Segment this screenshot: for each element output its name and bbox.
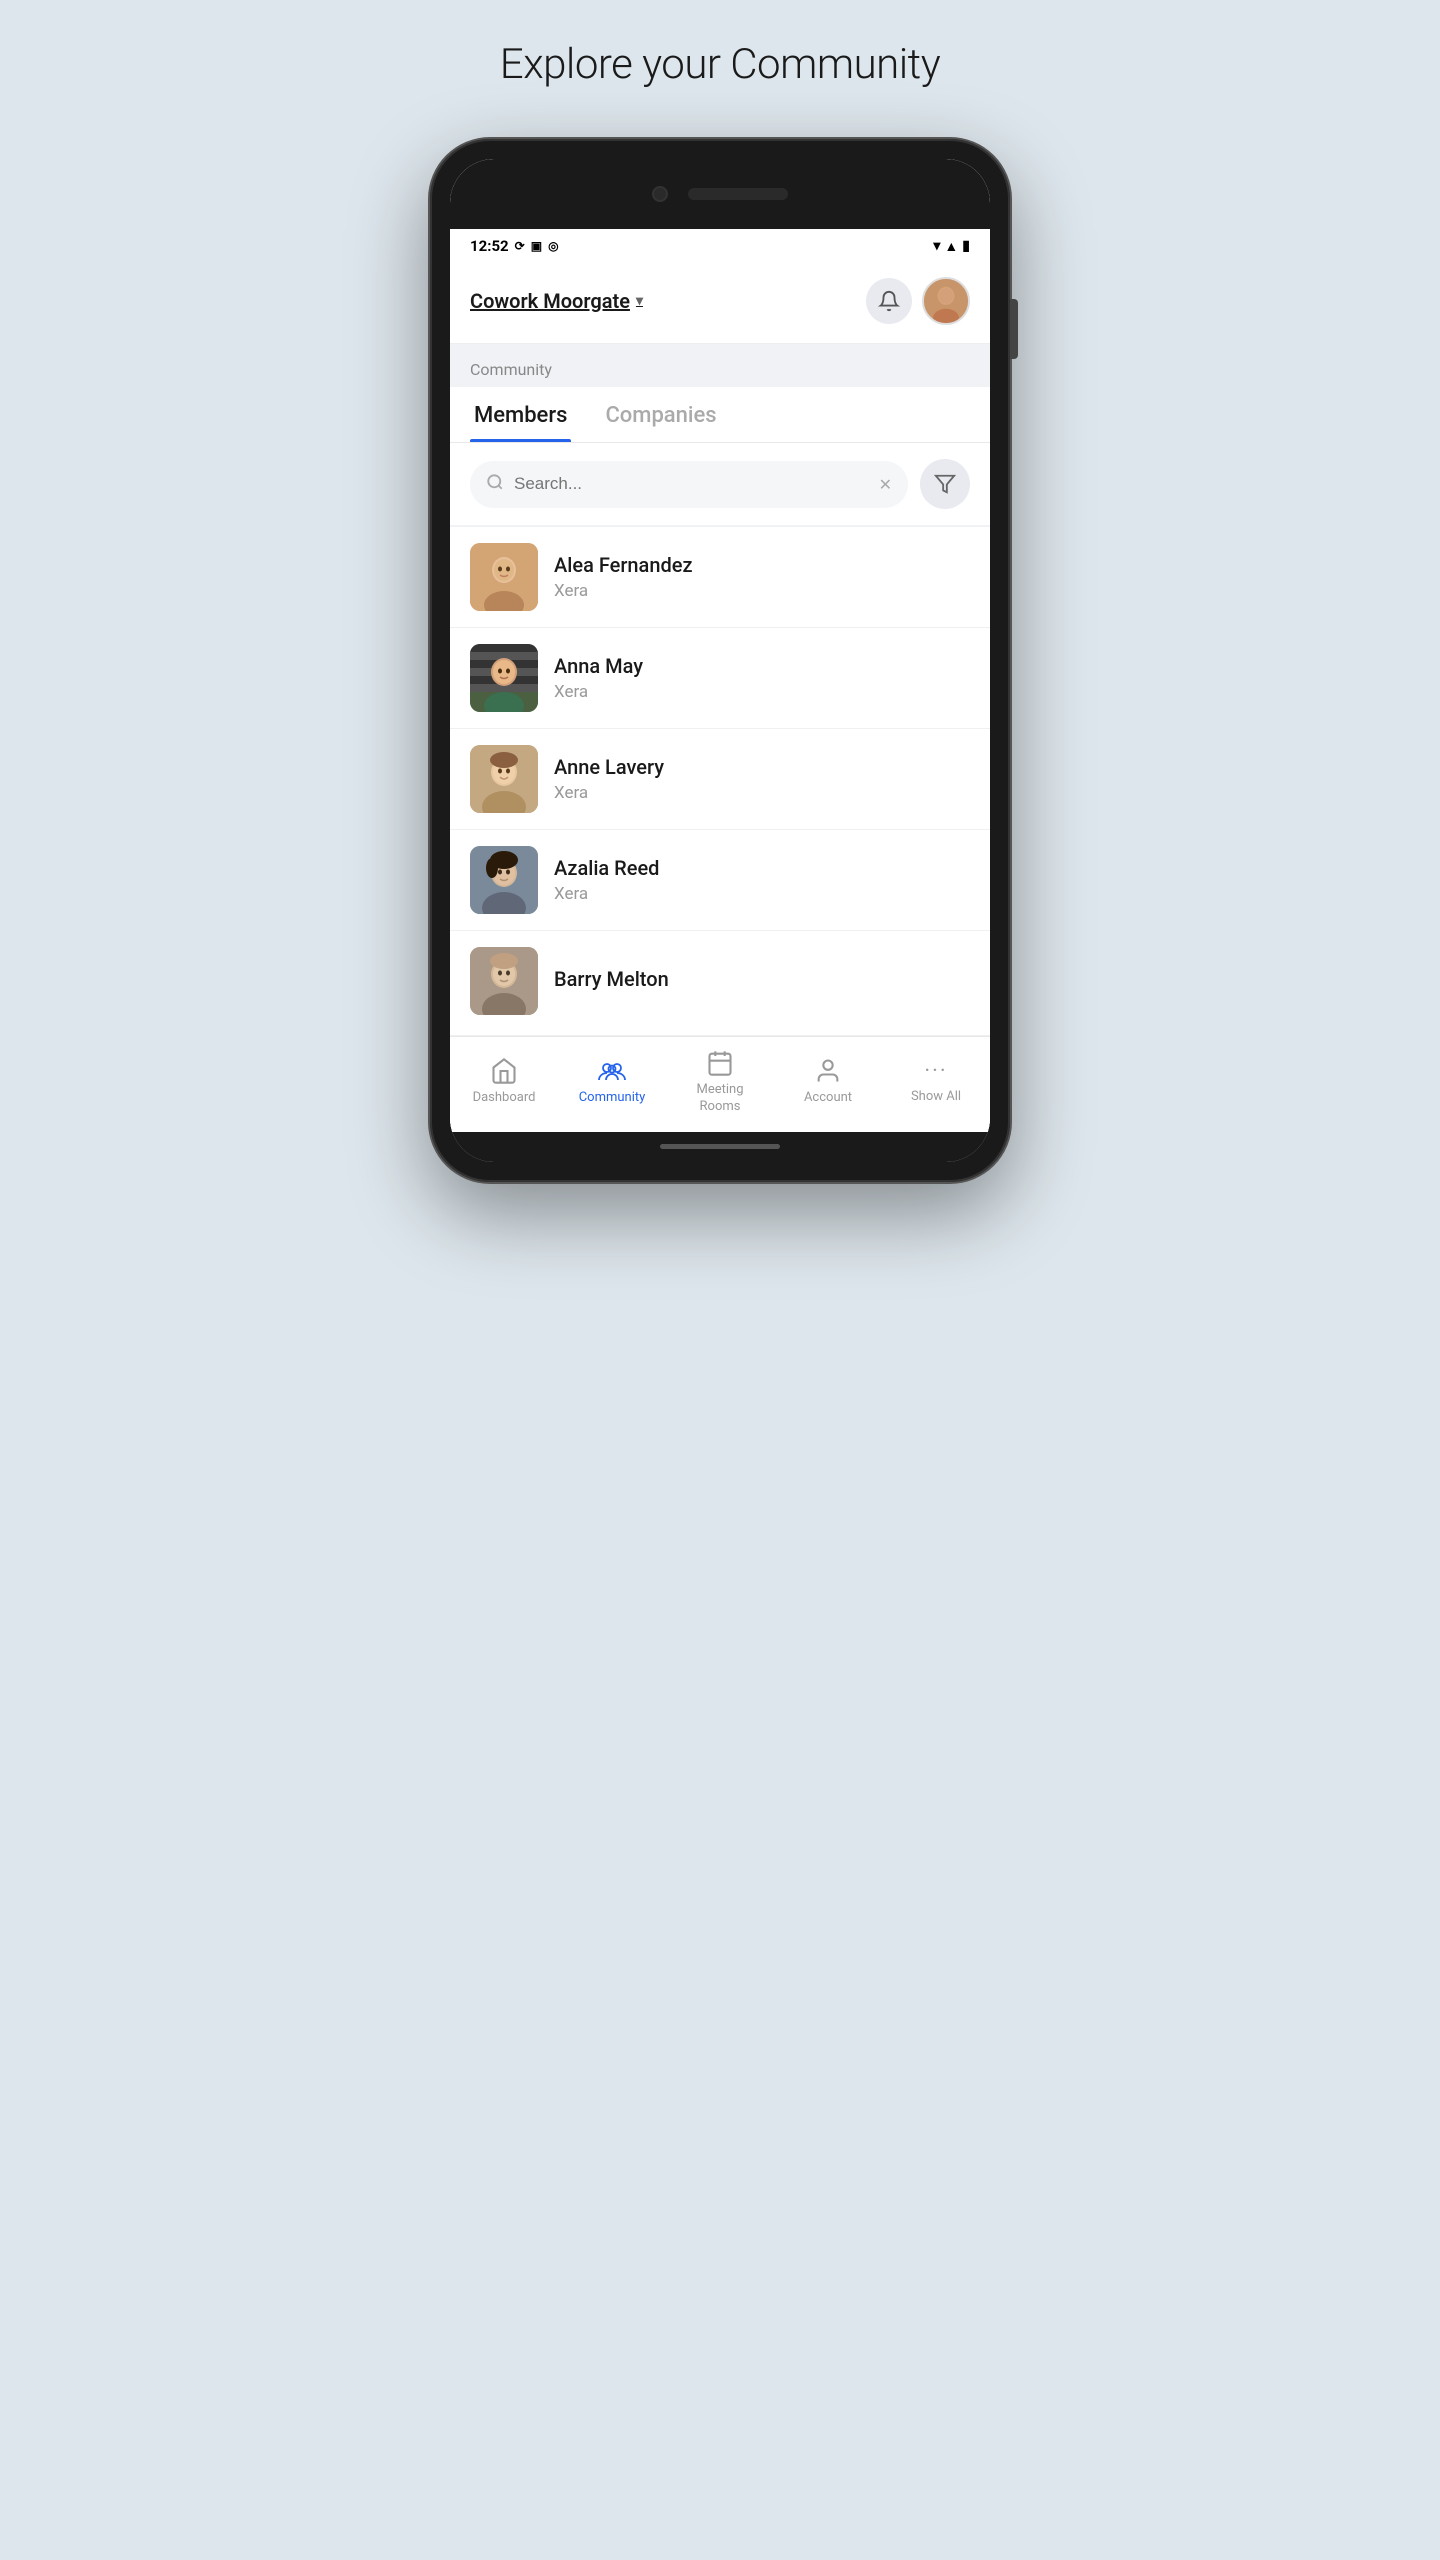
top-bar: Cowork Moorgate ▾: [450, 263, 990, 344]
filter-button[interactable]: [920, 459, 970, 509]
status-right: ▾ ▲ ▮: [933, 238, 970, 255]
nav-item-dashboard[interactable]: Dashboard: [464, 1057, 544, 1107]
status-icon-1: ⟳: [515, 239, 525, 253]
top-bar-actions: [866, 277, 970, 325]
bell-icon: [878, 290, 900, 312]
speaker: [688, 188, 788, 200]
member-company: Xera: [554, 783, 970, 803]
member-info: Azalia Reed Xera: [554, 856, 970, 904]
nav-item-community[interactable]: Community: [572, 1057, 652, 1107]
workspace-label: Cowork Moorgate: [470, 289, 630, 313]
nav-label-show-all: Show All: [911, 1089, 961, 1106]
community-icon: [597, 1057, 627, 1085]
chevron-down-icon: ▾: [636, 293, 643, 309]
avatar-image-azalia: [470, 846, 538, 914]
screen-content: 12:52 ⟳ ▣ ◎ ▾ ▲ ▮ Cowork Moorgate ▾: [450, 229, 990, 1132]
avatar-image-alea: [470, 543, 538, 611]
avatar-image-anna: [470, 644, 538, 712]
calendar-icon: [706, 1049, 734, 1077]
tab-members[interactable]: Members: [470, 387, 571, 442]
status-icon-2: ▣: [531, 239, 542, 253]
list-item[interactable]: Alea Fernandez Xera: [450, 527, 990, 628]
clear-search-icon[interactable]: ✕: [879, 475, 892, 494]
nav-label-account: Account: [804, 1090, 852, 1107]
member-info: Anne Lavery Xera: [554, 755, 970, 803]
member-name: Azalia Reed: [554, 856, 970, 880]
member-name: Anne Lavery: [554, 755, 970, 779]
avatar-image-anne: [470, 745, 538, 813]
search-icon: [486, 473, 504, 496]
member-avatar: [470, 745, 538, 813]
account-icon: [814, 1057, 842, 1085]
member-company: Xera: [554, 884, 970, 904]
member-info: Anna May Xera: [554, 654, 970, 702]
tabs-container: Members Companies: [450, 387, 990, 443]
notification-button[interactable]: [866, 278, 912, 324]
camera: [652, 186, 668, 202]
page-title: Explore your Community: [500, 40, 940, 89]
bottom-bezel: [450, 1132, 990, 1162]
status-left: 12:52 ⟳ ▣ ◎: [470, 237, 559, 255]
user-avatar-button[interactable]: [922, 277, 970, 325]
nav-item-meeting-rooms[interactable]: MeetingRooms: [680, 1049, 760, 1116]
status-bar: 12:52 ⟳ ▣ ◎ ▾ ▲ ▮: [450, 229, 990, 263]
list-item[interactable]: Barry Melton: [450, 931, 990, 1036]
signal-icon: ▲: [944, 238, 958, 255]
member-info: Alea Fernandez Xera: [554, 553, 970, 601]
status-time: 12:52: [470, 237, 509, 255]
filter-icon: [934, 473, 956, 495]
member-avatar: [470, 947, 538, 1015]
members-list: Alea Fernandez Xera: [450, 527, 990, 1036]
list-item[interactable]: Anne Lavery Xera: [450, 729, 990, 830]
member-avatar: [470, 846, 538, 914]
member-name: Alea Fernandez: [554, 553, 970, 577]
phone-screen: 12:52 ⟳ ▣ ◎ ▾ ▲ ▮ Cowork Moorgate ▾: [450, 159, 990, 1162]
search-area: ✕: [450, 443, 990, 525]
list-item[interactable]: Anna May Xera: [450, 628, 990, 729]
member-company: Xera: [554, 581, 970, 601]
nav-item-account[interactable]: Account: [788, 1057, 868, 1107]
battery-icon: ▮: [962, 238, 970, 254]
member-info: Barry Melton: [554, 967, 970, 995]
list-item[interactable]: Azalia Reed Xera: [450, 830, 990, 931]
member-avatar: [470, 543, 538, 611]
home-icon: [490, 1057, 518, 1085]
home-indicator: [660, 1144, 780, 1149]
member-name: Anna May: [554, 654, 970, 678]
member-name: Barry Melton: [554, 967, 970, 991]
nav-label-community: Community: [579, 1090, 646, 1107]
phone-shell: 12:52 ⟳ ▣ ◎ ▾ ▲ ▮ Cowork Moorgate ▾: [430, 139, 1010, 1182]
user-avatar-image: [924, 279, 968, 323]
nav-item-show-all[interactable]: ··· Show All: [896, 1059, 976, 1106]
status-icon-3: ◎: [548, 239, 558, 253]
nav-label-dashboard: Dashboard: [473, 1090, 536, 1107]
nav-label-meeting-rooms: MeetingRooms: [696, 1082, 743, 1116]
section-label: Community: [450, 344, 990, 387]
avatar-image-barry: [470, 947, 538, 1015]
member-avatar: [470, 644, 538, 712]
member-company: Xera: [554, 682, 970, 702]
tab-companies[interactable]: Companies: [601, 387, 720, 442]
bottom-nav: Dashboard Community: [450, 1036, 990, 1132]
wifi-icon: ▾: [933, 238, 940, 254]
more-icon: ···: [924, 1059, 947, 1084]
workspace-selector[interactable]: Cowork Moorgate ▾: [470, 289, 643, 313]
top-bezel: [450, 159, 990, 229]
search-box: ✕: [470, 461, 908, 508]
search-input[interactable]: [514, 474, 869, 494]
